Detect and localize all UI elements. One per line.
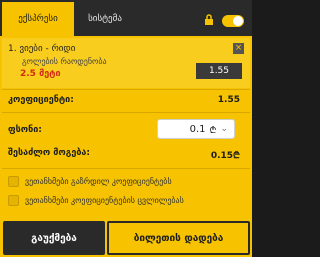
possible-win-value: 0.15₾: [210, 151, 240, 161]
close-icon[interactable]: ×: [233, 43, 244, 54]
tab-express[interactable]: ექსპრესი: [2, 2, 74, 36]
bet-card: 1. ვიები - რიდი გოლების რაოდენობა 2.5 მე…: [2, 38, 250, 88]
accept-higher-odds-option[interactable]: ვეთანხმები გაზრდილ კოეფიციენტებს: [8, 176, 172, 187]
option-label: ვეთანხმები გაზრდილ კოეფიციენტებს: [25, 177, 172, 186]
tab-system[interactable]: სისტემა: [74, 2, 136, 36]
bet-line: 2.5 მეტი: [20, 69, 61, 79]
chevron-down-icon[interactable]: ⌄: [220, 124, 228, 134]
option-label: ვეთანხმები კოეფიციენტების ცვლილებას: [25, 196, 184, 205]
betslip-panel: ექსპრესი სისტემა 1. ვიები - რიდი გოლების…: [0, 0, 252, 257]
bet-odds-badge: 1.55: [196, 63, 242, 79]
lock-icon[interactable]: [204, 11, 214, 30]
bet-match: ვიები - რიდი: [19, 44, 76, 54]
coefficient-value: 1.55: [217, 95, 240, 105]
bet-title: 1. ვიები - რიდი: [8, 44, 75, 54]
tab-icons: [204, 11, 244, 30]
clear-button[interactable]: გაუქმება: [3, 221, 105, 255]
accept-odds-change-option[interactable]: ვეთანხმები კოეფიციენტების ცვლილებას: [8, 195, 184, 206]
lari-icon: ₾: [209, 125, 217, 136]
place-bet-button[interactable]: ბილეთის დადება: [107, 221, 250, 255]
stake-value: 0.1: [189, 123, 206, 135]
toggle-switch-icon[interactable]: [222, 14, 244, 27]
coefficient-label: კოეფიციენტი:: [8, 95, 74, 105]
bet-index: 1.: [8, 44, 17, 54]
checkbox[interactable]: [8, 195, 19, 206]
lari-icon: ₾: [233, 151, 240, 161]
divider: [2, 168, 250, 169]
divider: [2, 89, 250, 90]
divider: [2, 112, 250, 113]
stake-label: ფსონი:: [8, 125, 42, 135]
checkbox[interactable]: [8, 176, 19, 187]
bet-market: გოლების რაოდენობა: [22, 57, 107, 66]
betslip-tabs: ექსპრესი სისტემა: [0, 0, 252, 36]
possible-win-label: შესაძლო მოგება:: [8, 148, 91, 158]
stake-input[interactable]: 0.1 ₾ ⌄: [157, 119, 235, 139]
